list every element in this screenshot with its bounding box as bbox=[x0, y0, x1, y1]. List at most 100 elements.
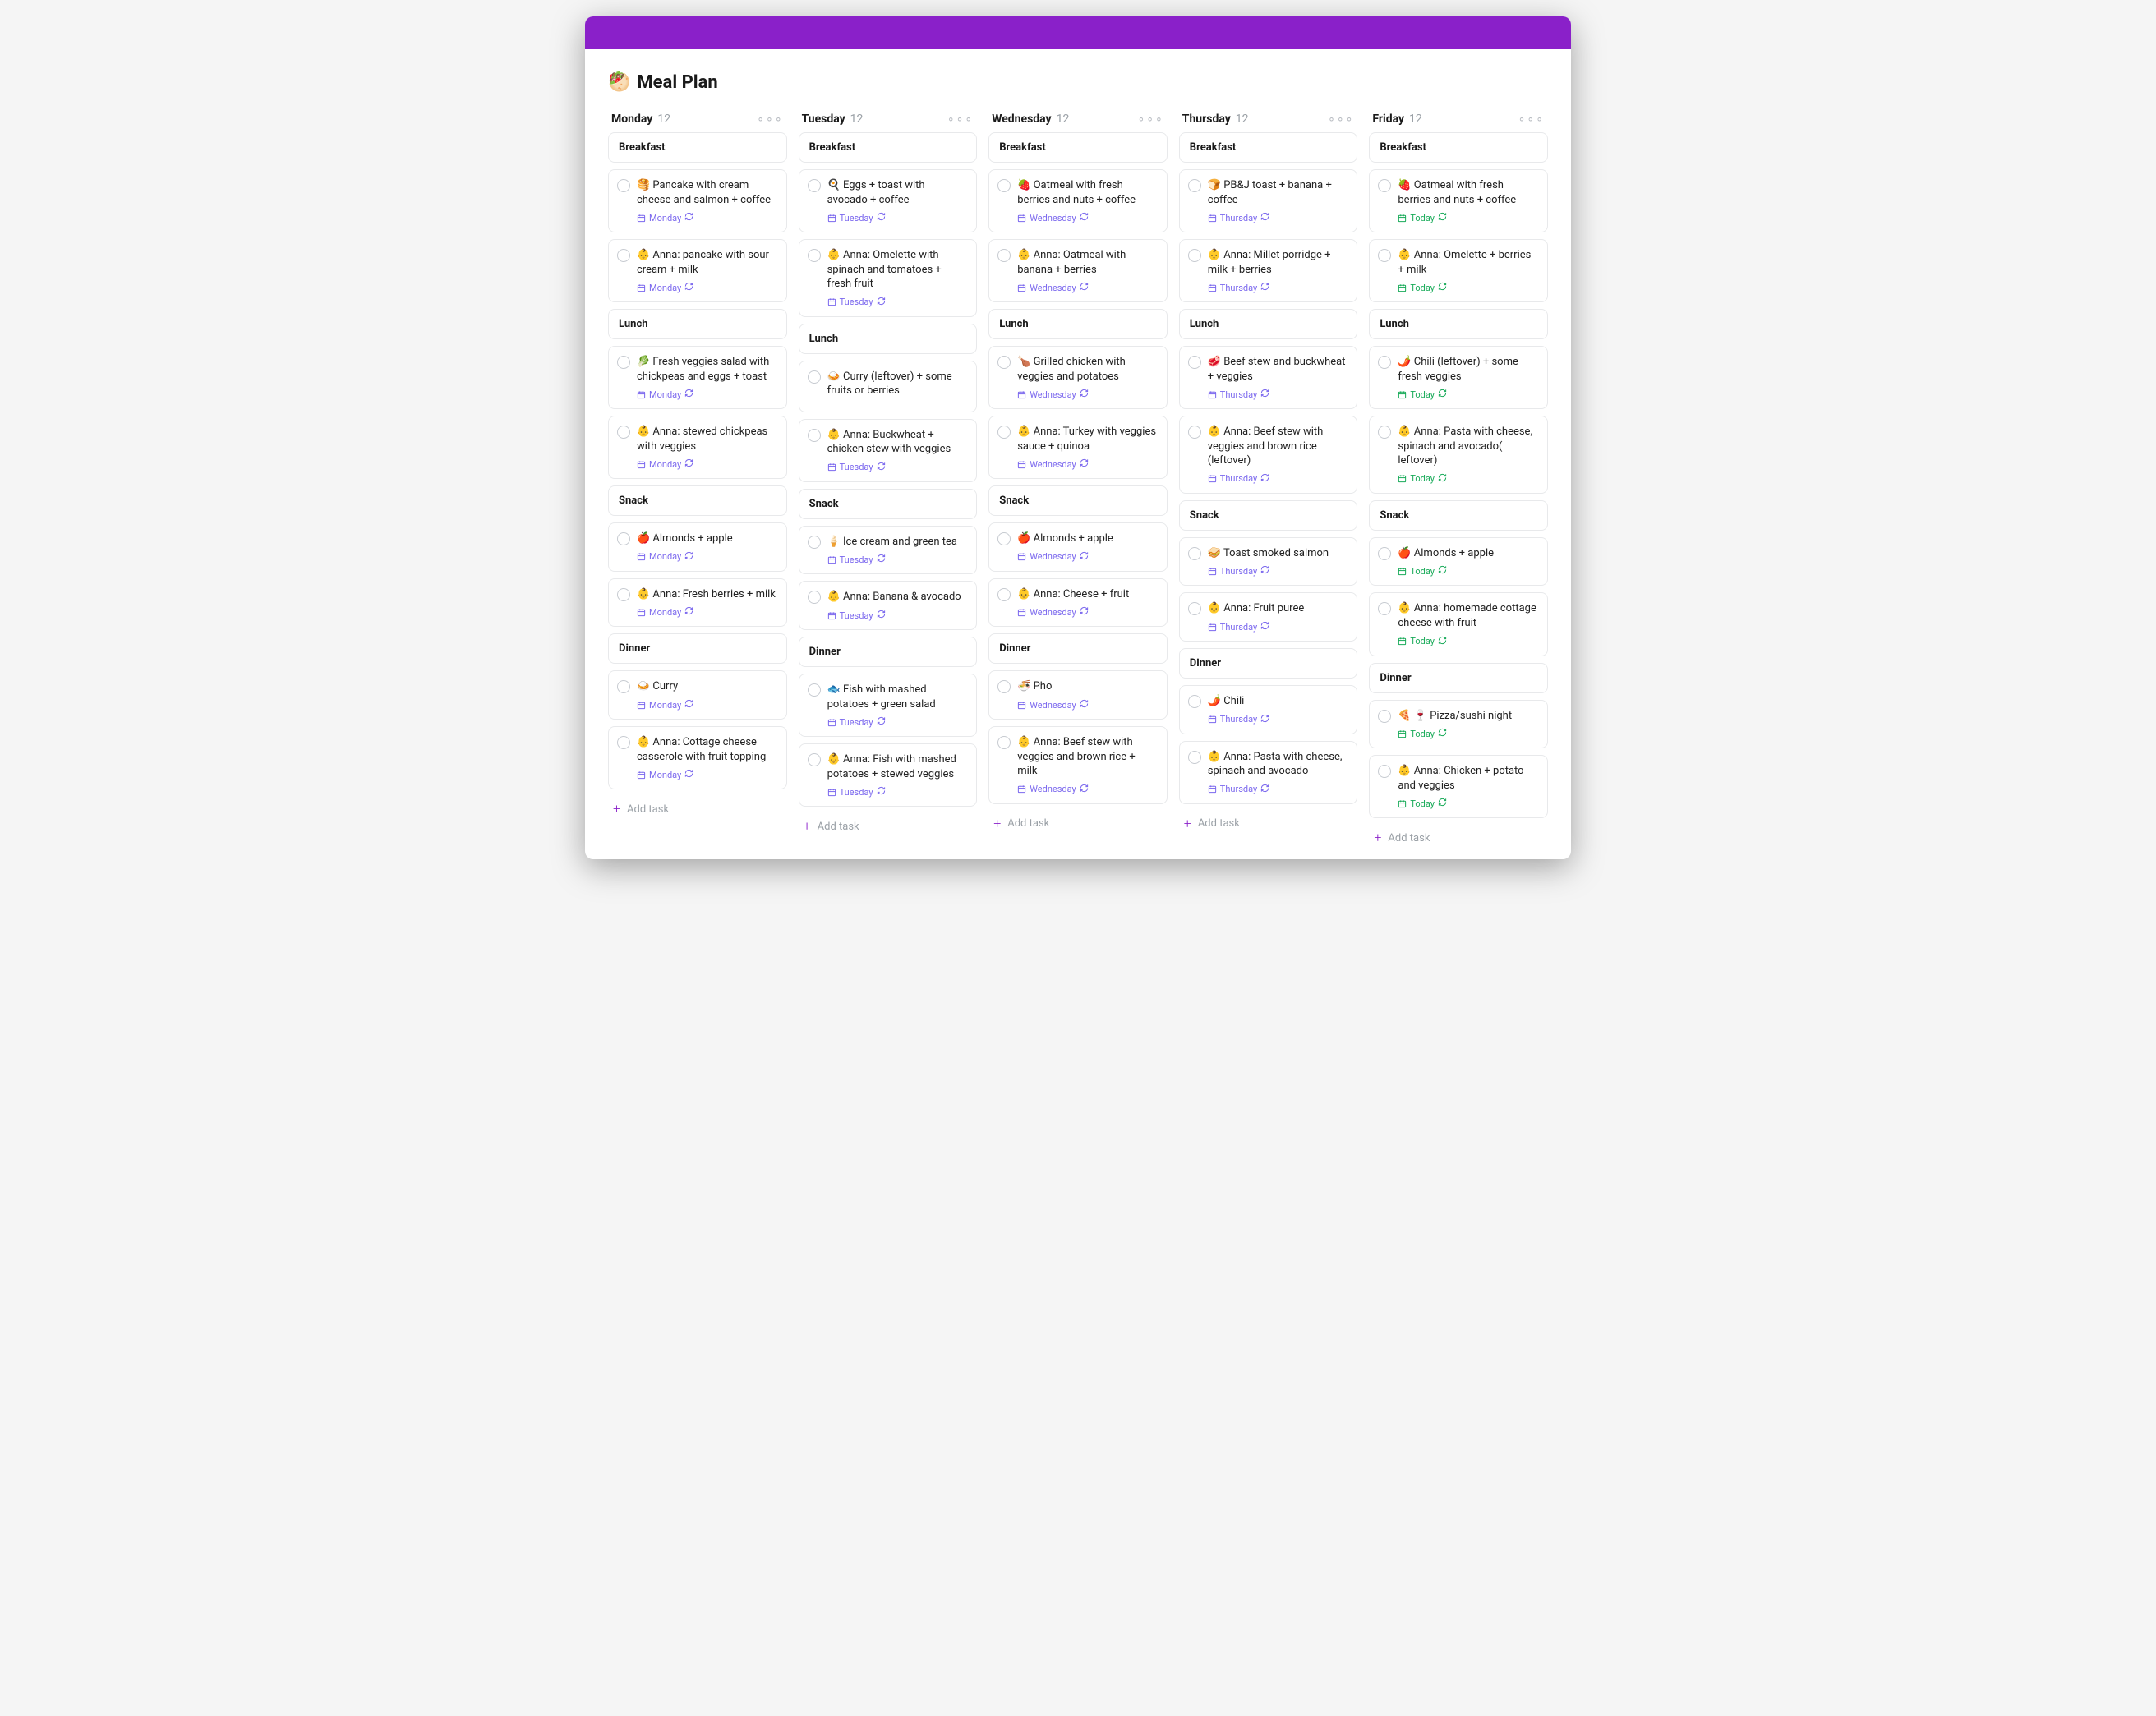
task-card[interactable]: 🍓 Oatmeal with fresh berries and nuts + … bbox=[988, 169, 1168, 232]
task-card[interactable]: 👶 Anna: pancake with sour cream + milkMo… bbox=[608, 239, 787, 302]
section-header[interactable]: Dinner bbox=[608, 633, 787, 664]
task-checkbox[interactable] bbox=[808, 753, 821, 766]
section-header[interactable]: Lunch bbox=[1369, 309, 1548, 339]
task-card[interactable]: 🥬 Fresh veggies salad with chickpeas and… bbox=[608, 346, 787, 409]
section-header[interactable]: Snack bbox=[608, 485, 787, 516]
add-task-button[interactable]: +Add task bbox=[608, 796, 787, 817]
task-card[interactable]: 👶 Anna: Beef stew with veggies and brown… bbox=[1179, 416, 1358, 494]
task-card[interactable]: 👶 Anna: Banana & avocadoTuesday bbox=[799, 581, 978, 630]
task-checkbox[interactable] bbox=[997, 179, 1011, 192]
section-header[interactable]: Snack bbox=[1369, 500, 1548, 531]
task-card[interactable]: 👶 Anna: Millet porridge + milk + berries… bbox=[1179, 239, 1358, 302]
task-checkbox[interactable] bbox=[1188, 602, 1201, 615]
task-checkbox[interactable] bbox=[617, 680, 630, 693]
task-checkbox[interactable] bbox=[808, 179, 821, 192]
task-card[interactable]: 👶 Anna: homemade cottage cheese with fru… bbox=[1369, 592, 1548, 656]
add-task-button[interactable]: +Add task bbox=[1369, 825, 1548, 846]
task-checkbox[interactable] bbox=[1188, 249, 1201, 262]
task-card[interactable]: 🍦 Ice cream and green teaTuesday bbox=[799, 526, 978, 575]
task-checkbox[interactable] bbox=[808, 591, 821, 604]
task-card[interactable]: 👶 Anna: Pasta with cheese, spinach and a… bbox=[1369, 416, 1548, 494]
task-card[interactable]: 🍞 PB&J toast + banana + coffeeThursday bbox=[1179, 169, 1358, 232]
section-header[interactable]: Breakfast bbox=[799, 132, 978, 163]
task-card[interactable]: 🍕 🍷 Pizza/sushi nightToday bbox=[1369, 700, 1548, 749]
task-card[interactable]: 🥪 Toast smoked salmonThursday bbox=[1179, 537, 1358, 587]
task-checkbox[interactable] bbox=[997, 426, 1011, 439]
task-checkbox[interactable] bbox=[1378, 710, 1391, 723]
task-checkbox[interactable] bbox=[617, 736, 630, 749]
task-checkbox[interactable] bbox=[617, 532, 630, 545]
section-header[interactable]: Breakfast bbox=[988, 132, 1168, 163]
section-header[interactable]: Snack bbox=[988, 485, 1168, 516]
task-checkbox[interactable] bbox=[997, 532, 1011, 545]
task-checkbox[interactable] bbox=[1378, 765, 1391, 778]
column-menu-icon[interactable]: ∘∘∘ bbox=[757, 113, 783, 126]
column-menu-icon[interactable]: ∘∘∘ bbox=[1328, 113, 1354, 126]
task-card[interactable]: 🌶️ ChiliThursday bbox=[1179, 685, 1358, 734]
task-checkbox[interactable] bbox=[1188, 547, 1201, 560]
task-card[interactable]: 🥞 Pancake with cream cheese and salmon +… bbox=[608, 169, 787, 232]
column-menu-icon[interactable]: ∘∘∘ bbox=[947, 113, 974, 126]
task-card[interactable]: 🍓 Oatmeal with fresh berries and nuts + … bbox=[1369, 169, 1548, 232]
task-card[interactable]: 🍳 Eggs + toast with avocado + coffeeTues… bbox=[799, 169, 978, 232]
section-header[interactable]: Lunch bbox=[1179, 309, 1358, 339]
section-header[interactable]: Lunch bbox=[608, 309, 787, 339]
task-checkbox[interactable] bbox=[1378, 179, 1391, 192]
task-checkbox[interactable] bbox=[1188, 695, 1201, 708]
task-checkbox[interactable] bbox=[808, 249, 821, 262]
section-header[interactable]: Dinner bbox=[988, 633, 1168, 664]
task-checkbox[interactable] bbox=[1378, 249, 1391, 262]
task-card[interactable]: 👶 Anna: Beef stew with veggies and brown… bbox=[988, 726, 1168, 804]
task-card[interactable]: 👶 Anna: Buckwheat + chicken stew with ve… bbox=[799, 419, 978, 482]
task-card[interactable]: 👶 Anna: Turkey with veggies sauce + quin… bbox=[988, 416, 1168, 479]
task-card[interactable]: 🍜 PhoWednesday bbox=[988, 670, 1168, 720]
task-checkbox[interactable] bbox=[1378, 602, 1391, 615]
task-checkbox[interactable] bbox=[1188, 179, 1201, 192]
section-header[interactable]: Dinner bbox=[1369, 663, 1548, 693]
section-header[interactable]: Snack bbox=[799, 489, 978, 519]
task-checkbox[interactable] bbox=[1188, 751, 1201, 764]
task-card[interactable]: 🐟 Fish with mashed potatoes + green sala… bbox=[799, 674, 978, 737]
task-checkbox[interactable] bbox=[1378, 426, 1391, 439]
section-header[interactable]: Breakfast bbox=[1369, 132, 1548, 163]
section-header[interactable]: Lunch bbox=[799, 324, 978, 354]
task-checkbox[interactable] bbox=[617, 179, 630, 192]
task-checkbox[interactable] bbox=[1188, 426, 1201, 439]
task-checkbox[interactable] bbox=[997, 736, 1011, 749]
task-card[interactable]: 👶 Anna: stewed chickpeas with veggiesMon… bbox=[608, 416, 787, 479]
task-checkbox[interactable] bbox=[808, 683, 821, 697]
task-card[interactable]: 🍎 Almonds + appleToday bbox=[1369, 537, 1548, 587]
add-task-button[interactable]: +Add task bbox=[1179, 811, 1358, 832]
task-card[interactable]: 🍎 Almonds + appleMonday bbox=[608, 522, 787, 572]
section-header[interactable]: Lunch bbox=[988, 309, 1168, 339]
task-card[interactable]: 👶 Anna: Pasta with cheese, spinach and a… bbox=[1179, 741, 1358, 804]
task-card[interactable]: 🥩 Beef stew and buckwheat + veggiesThurs… bbox=[1179, 346, 1358, 409]
task-checkbox[interactable] bbox=[1378, 547, 1391, 560]
section-header[interactable]: Breakfast bbox=[1179, 132, 1358, 163]
section-header[interactable]: Dinner bbox=[799, 637, 978, 667]
task-checkbox[interactable] bbox=[617, 356, 630, 369]
task-card[interactable]: 👶 Anna: Oatmeal with banana + berriesWed… bbox=[988, 239, 1168, 302]
task-checkbox[interactable] bbox=[617, 588, 630, 601]
column-menu-icon[interactable]: ∘∘∘ bbox=[1518, 113, 1545, 126]
task-checkbox[interactable] bbox=[808, 536, 821, 549]
task-checkbox[interactable] bbox=[617, 249, 630, 262]
task-card[interactable]: 🌶️ Chili (leftover) + some fresh veggies… bbox=[1369, 346, 1548, 409]
task-card[interactable]: 👶 Anna: Cottage cheese casserole with fr… bbox=[608, 726, 787, 789]
task-checkbox[interactable] bbox=[808, 429, 821, 442]
task-checkbox[interactable] bbox=[808, 370, 821, 384]
task-card[interactable]: 🍛 Curry (leftover) + some fruits or berr… bbox=[799, 361, 978, 412]
task-checkbox[interactable] bbox=[997, 249, 1011, 262]
task-card[interactable]: 👶 Anna: Fruit pureeThursday bbox=[1179, 592, 1358, 642]
task-card[interactable]: 👶 Anna: Fish with mashed potatoes + stew… bbox=[799, 743, 978, 807]
task-card[interactable]: 🍎 Almonds + appleWednesday bbox=[988, 522, 1168, 572]
section-header[interactable]: Dinner bbox=[1179, 648, 1358, 679]
task-card[interactable]: 👶 Anna: Cheese + fruitWednesday bbox=[988, 578, 1168, 628]
task-checkbox[interactable] bbox=[997, 588, 1011, 601]
section-header[interactable]: Breakfast bbox=[608, 132, 787, 163]
task-card[interactable]: 👶 Anna: Omelette + berries + milkToday bbox=[1369, 239, 1548, 302]
add-task-button[interactable]: +Add task bbox=[988, 811, 1168, 832]
section-header[interactable]: Snack bbox=[1179, 500, 1358, 531]
task-checkbox[interactable] bbox=[1188, 356, 1201, 369]
add-task-button[interactable]: +Add task bbox=[799, 813, 978, 835]
